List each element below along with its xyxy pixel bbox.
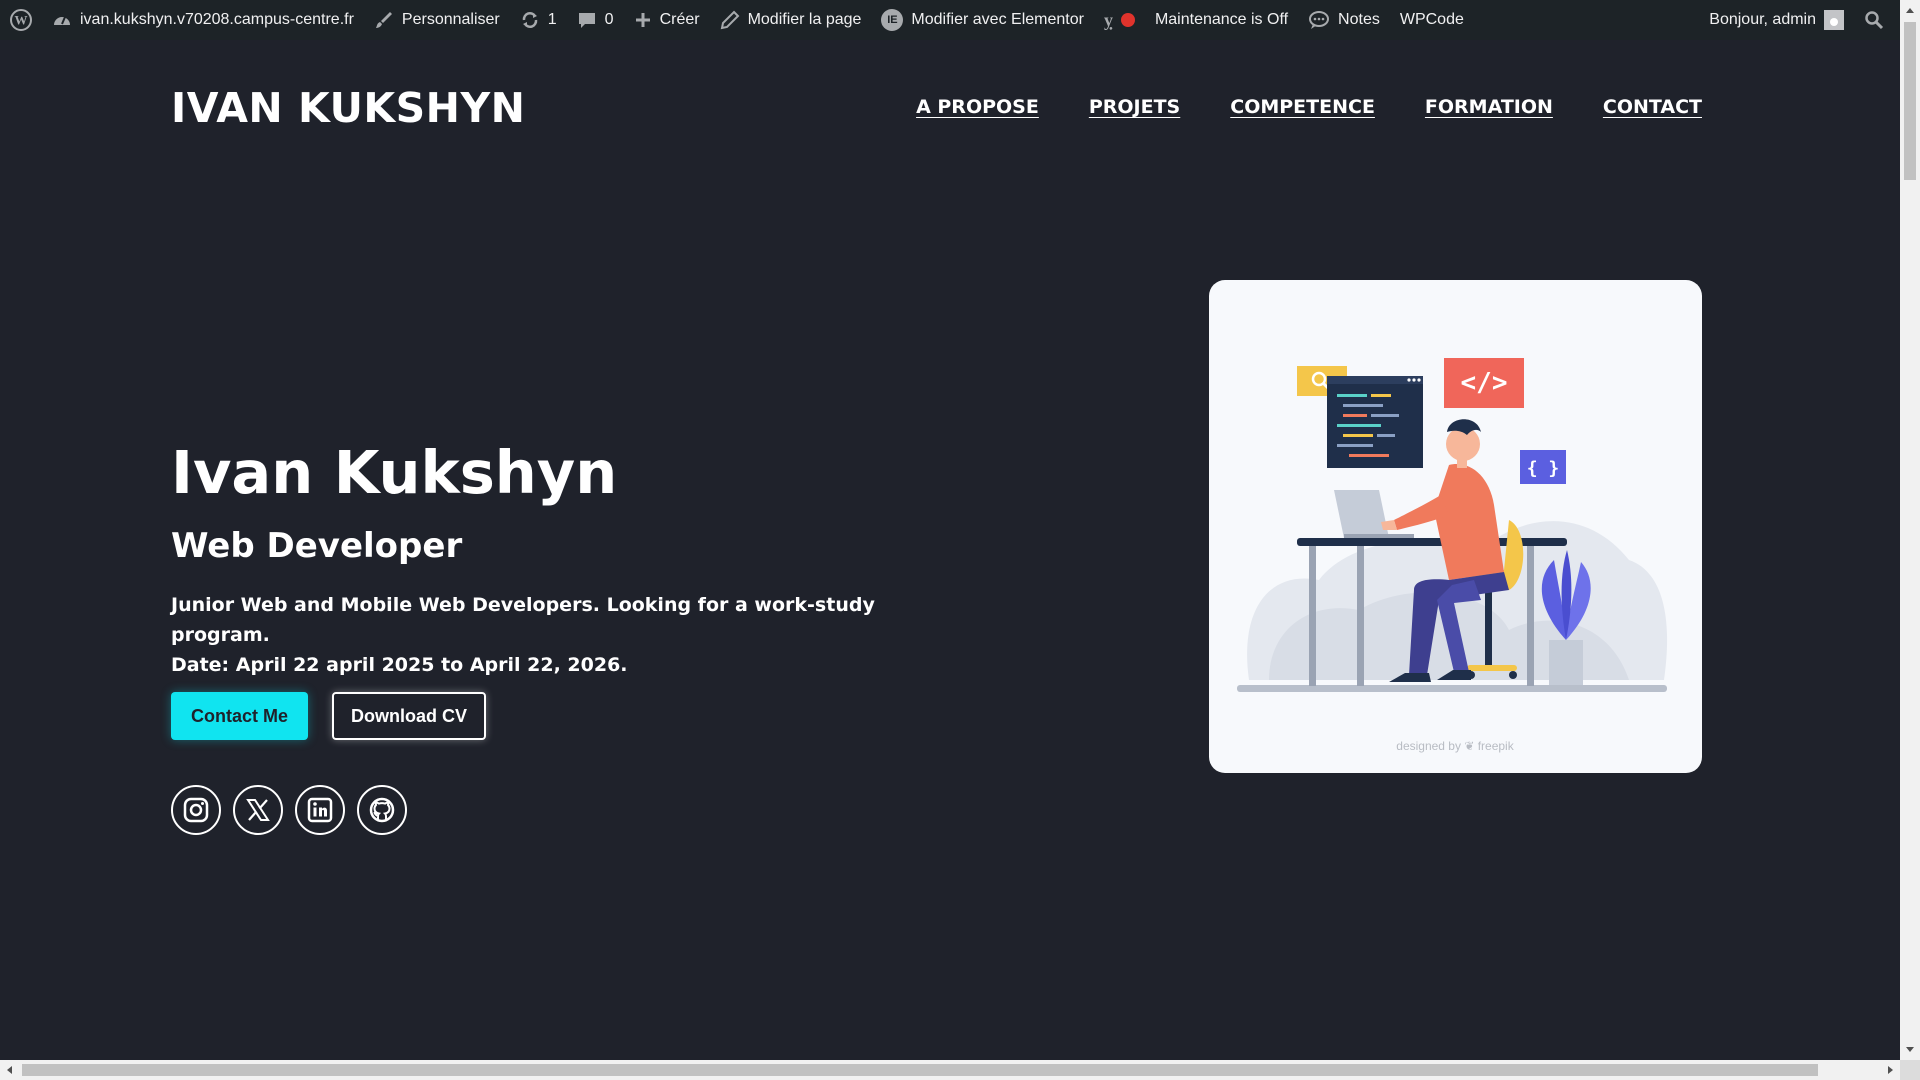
site-name-label: ivan.kukshyn.v70208.campus-centre.fr — [80, 11, 354, 28]
site-brand[interactable]: IVAN KUKSHYN — [171, 84, 525, 132]
hero-illustration-card: </> { } designed by ❦ freepik — [1209, 280, 1702, 773]
elementor-label: Modifier avec Elementor — [911, 11, 1084, 28]
new-content-label: Créer — [659, 11, 700, 28]
contact-me-button[interactable]: Contact Me — [171, 692, 308, 740]
social-links — [171, 785, 407, 835]
braces-badge-text: { } — [1527, 458, 1560, 479]
wpcode-label: WPCode — [1399, 11, 1464, 28]
updates-link[interactable]: 1 — [510, 0, 567, 40]
x-icon — [246, 799, 270, 821]
vertical-scrollbar[interactable] — [1900, 0, 1920, 1060]
scroll-right-arrow[interactable] — [1888, 1066, 1893, 1074]
wpcode-link[interactable]: WPCode — [1390, 0, 1474, 40]
code-badge-text: </> — [1461, 368, 1508, 398]
hero-description-line-1: Junior Web and Mobile Web Developers. Lo… — [171, 594, 875, 646]
yoast-seo-link[interactable]: ỵ — [1094, 0, 1145, 40]
horizontal-scroll-thumb[interactable] — [22, 1064, 1818, 1076]
notes-label: Notes — [1338, 11, 1380, 28]
developer-at-desk-illustration: </> { } designed by ❦ freepik — [1237, 358, 1668, 753]
plus-icon — [635, 13, 650, 27]
scrollbar-corner — [1900, 1060, 1920, 1080]
hero-role: Web Developer — [171, 526, 463, 566]
comments-count: 0 — [604, 11, 614, 28]
hero-name: Ivan Kukshyn — [171, 438, 618, 507]
illustration-credit: designed by ❦ freepik — [1396, 739, 1514, 753]
edit-page-link[interactable]: Modifier la page — [710, 0, 872, 40]
svg-text:W: W — [15, 13, 28, 28]
maintenance-link[interactable]: Maintenance is Off — [1145, 0, 1298, 40]
linkedin-icon — [307, 797, 333, 823]
instagram-link[interactable] — [171, 785, 221, 835]
yoast-icon: ỵ — [1103, 9, 1113, 30]
nav-item-competence[interactable]: COMPETENCE — [1230, 96, 1375, 118]
vertical-scroll-thumb[interactable] — [1904, 22, 1916, 180]
customize-link[interactable]: Personnaliser — [364, 0, 510, 40]
pencil-icon — [720, 10, 739, 30]
customize-label: Personnaliser — [401, 11, 500, 28]
elementor-link[interactable]: IE Modifier avec Elementor — [871, 0, 1094, 40]
comments-link[interactable]: 0 — [567, 0, 624, 40]
x-twitter-link[interactable] — [233, 785, 283, 835]
nav-item-contact[interactable]: CONTACT — [1603, 96, 1702, 118]
site-name-link[interactable]: ivan.kukshyn.v70208.campus-centre.fr — [42, 0, 364, 40]
speech-bubble-icon — [1309, 11, 1330, 29]
maintenance-label: Maintenance is Off — [1154, 11, 1289, 28]
scroll-down-arrow[interactable] — [1906, 1047, 1914, 1052]
search-button[interactable] — [1854, 0, 1894, 40]
github-link[interactable] — [357, 785, 407, 835]
hero-description: Junior Web and Mobile Web Developers. Lo… — [171, 590, 971, 680]
edit-page-label: Modifier la page — [747, 11, 862, 28]
refresh-icon — [522, 12, 538, 28]
avatar — [1824, 10, 1844, 30]
scroll-up-arrow[interactable] — [1906, 8, 1914, 13]
scroll-left-arrow[interactable] — [7, 1066, 12, 1074]
main-nav: A PROPOSE PROJETS COMPETENCE FORMATION C… — [916, 96, 1702, 118]
new-content-link[interactable]: Créer — [624, 0, 710, 40]
wordpress-logo-button[interactable]: W — [0, 0, 42, 40]
horizontal-scrollbar[interactable] — [0, 1060, 1900, 1080]
linkedin-link[interactable] — [295, 785, 345, 835]
nav-item-projets[interactable]: PROJETS — [1089, 96, 1180, 118]
notes-link[interactable]: Notes — [1298, 0, 1390, 40]
brush-icon — [375, 12, 392, 28]
hero-description-line-2: Date: April 22 april 2025 to April 22, 2… — [171, 654, 628, 676]
admin-bar: W ivan.kukshyn.v70208.campus-centre.fr P… — [0, 0, 1900, 40]
wordpress-icon: W — [10, 9, 32, 31]
comment-icon — [578, 13, 595, 28]
search-icon — [1865, 11, 1884, 30]
github-icon — [369, 797, 395, 823]
nav-item-a-propose[interactable]: A PROPOSE — [916, 96, 1039, 118]
elementor-icon: IE — [881, 9, 904, 31]
greeting-label: Bonjour, admin — [1709, 11, 1816, 28]
dashboard-gauge-icon — [54, 16, 70, 25]
account-menu[interactable]: Bonjour, admin — [1699, 0, 1854, 40]
nav-item-formation[interactable]: FORMATION — [1425, 96, 1553, 118]
download-cv-button[interactable]: Download CV — [332, 692, 486, 740]
updates-count: 1 — [547, 11, 557, 28]
instagram-icon — [183, 797, 209, 823]
seo-status-dot — [1120, 13, 1135, 27]
